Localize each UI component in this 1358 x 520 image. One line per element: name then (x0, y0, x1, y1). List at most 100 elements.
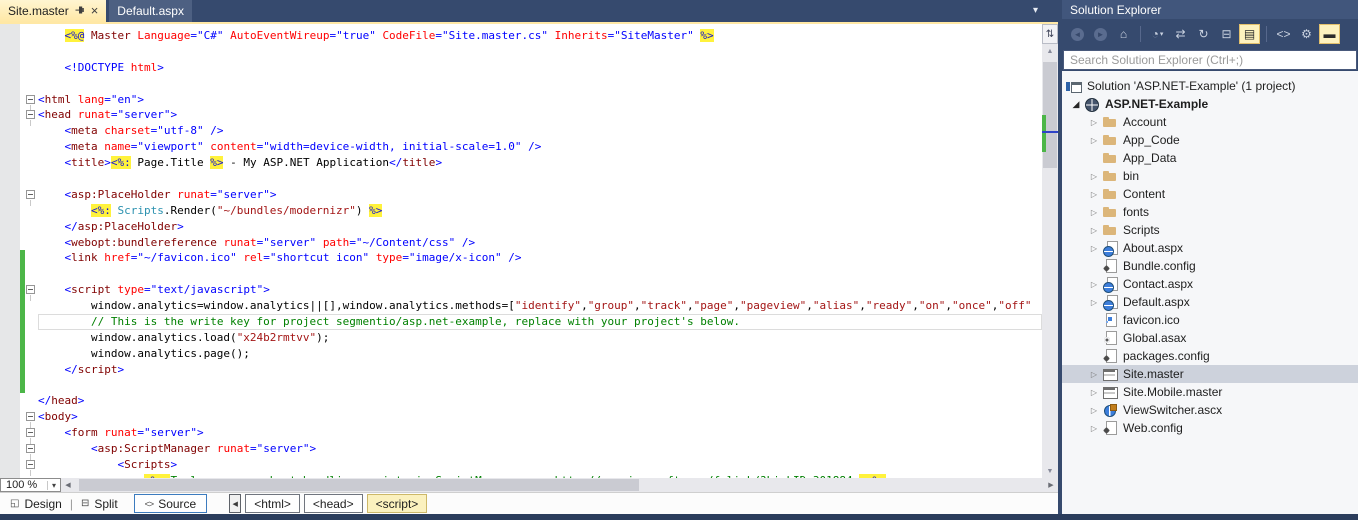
tree-item-account[interactable]: ▷Account (1062, 113, 1358, 131)
code-line[interactable]: </head> (0, 393, 1042, 409)
sync-with-active-document-icon[interactable]: ⇄ (1170, 24, 1191, 44)
expander-collapsed-icon[interactable]: ▷ (1086, 208, 1102, 217)
code-editor[interactable]: <%@ Master Language="C#" AutoEventWireup… (0, 24, 1058, 478)
split-view-button[interactable]: ⊟ Split (75, 497, 124, 511)
code-line-text[interactable]: <asp:PlaceHolder runat="server"> (38, 187, 1042, 203)
code-line-text[interactable]: </script> (38, 362, 1042, 378)
home-icon[interactable]: ⌂ (1113, 24, 1134, 44)
collapse-region-toggle[interactable] (25, 409, 38, 425)
code-line-text[interactable]: <!DOCTYPE html> (38, 60, 1042, 76)
scroll-left-icon[interactable]: ◀ (61, 478, 75, 492)
tree-item-asp-net-example[interactable]: ◢ASP.NET-Example (1062, 95, 1358, 113)
code-line-text[interactable] (38, 44, 1042, 60)
collapse-region-toggle[interactable] (25, 107, 38, 123)
code-line[interactable] (0, 378, 1042, 394)
tree-item-bundle-config[interactable]: Bundle.config (1062, 257, 1358, 275)
collapse-region-toggle[interactable] (25, 441, 38, 457)
collapse-region-toggle[interactable] (25, 187, 38, 203)
tree-item-favicon-ico[interactable]: favicon.ico (1062, 311, 1358, 329)
code-line-text[interactable] (38, 266, 1042, 282)
expander-collapsed-icon[interactable]: ▷ (1086, 190, 1102, 199)
code-line[interactable]: <html lang="en"> (0, 92, 1042, 108)
code-line-text[interactable]: <title><%: Page.Title %> - My ASP.NET Ap… (38, 155, 1042, 171)
collapse-region-toggle[interactable] (25, 425, 38, 441)
scroll-down-icon[interactable]: ▼ (1042, 464, 1058, 478)
code-line[interactable]: <link href="~/favicon.ico" rel="shortcut… (0, 250, 1042, 266)
code-line-text[interactable]: // This is the write key for project seg… (38, 314, 1042, 330)
tree-item-default-aspx[interactable]: ▷Default.aspx (1062, 293, 1358, 311)
pin-icon[interactable] (75, 4, 85, 18)
preview-selected-items-icon[interactable]: ▬ (1319, 24, 1340, 44)
expander-collapsed-icon[interactable]: ▷ (1086, 244, 1102, 253)
scroll-right-icon[interactable]: ▶ (1044, 478, 1058, 492)
code-line[interactable]: <meta name="viewport" content="width=dev… (0, 139, 1042, 155)
expander-collapsed-icon[interactable]: ▷ (1086, 280, 1102, 289)
tree-item-viewswitcher-ascx[interactable]: ▷ViewSwitcher.ascx (1062, 401, 1358, 419)
code-line-text[interactable]: <asp:ScriptManager runat="server"> (38, 441, 1042, 457)
code-line-text[interactable]: <html lang="en"> (38, 92, 1042, 108)
tree-item-site-mobile-master[interactable]: ▷Site.Mobile.master (1062, 383, 1358, 401)
code-line-text[interactable]: window.analytics.page(); (38, 346, 1042, 362)
code-line-text[interactable]: window.analytics=window.analytics||[],wi… (38, 298, 1042, 314)
document-tab-default-aspx[interactable]: Default.aspx (109, 0, 192, 22)
zoom-dropdown-icon[interactable]: ▾ (47, 481, 60, 490)
zoom-level-select[interactable]: 100 % ▾ (0, 478, 61, 492)
code-line[interactable]: <webopt:bundlereference runat="server" p… (0, 235, 1042, 251)
code-line[interactable]: <script type="text/javascript"> (0, 282, 1042, 298)
close-tab-icon[interactable]: × (91, 5, 99, 17)
code-line[interactable]: </script> (0, 362, 1042, 378)
open-documents-dropdown-icon[interactable]: ▾ (1033, 5, 1038, 16)
tree-item-scripts[interactable]: ▷Scripts (1062, 221, 1358, 239)
show-all-files-icon[interactable]: ▤ (1239, 24, 1260, 44)
code-line-text[interactable] (38, 76, 1042, 92)
code-line-text[interactable]: <script type="text/javascript"> (38, 282, 1042, 298)
tree-item-fonts[interactable]: ▷fonts (1062, 203, 1358, 221)
design-view-button[interactable]: ◱ Design (4, 497, 68, 511)
tree-item-site-master[interactable]: ▷Site.master (1062, 365, 1358, 383)
document-tab-site-master[interactable]: Site.master× (0, 0, 106, 22)
code-line-text[interactable]: <Scripts> (38, 457, 1042, 473)
editor-vertical-scrollbar[interactable]: ⇅ ▲ ▼ (1042, 24, 1058, 478)
tree-item-app-code[interactable]: ▷App_Code (1062, 131, 1358, 149)
code-line[interactable]: <%@ Master Language="C#" AutoEventWireup… (0, 28, 1042, 44)
expander-collapsed-icon[interactable]: ▷ (1086, 298, 1102, 307)
code-line-text[interactable]: <%: Scripts.Render("~/bundles/modernizr"… (38, 203, 1042, 219)
tree-item-web-config[interactable]: ▷Web.config (1062, 419, 1358, 437)
tree-item-about-aspx[interactable]: ▷About.aspx (1062, 239, 1358, 257)
expander-collapsed-icon[interactable]: ▷ (1086, 136, 1102, 145)
forward-icon[interactable]: ► (1090, 24, 1111, 44)
collapse-all-icon[interactable]: ⊟ (1216, 24, 1237, 44)
collapse-region-toggle[interactable] (25, 457, 38, 473)
tree-item-contact-aspx[interactable]: ▷Contact.aspx (1062, 275, 1358, 293)
vertical-scroll-track[interactable] (1042, 58, 1058, 464)
code-line[interactable]: <!DOCTYPE html> (0, 60, 1042, 76)
expander-expanded-icon[interactable]: ◢ (1068, 99, 1084, 110)
code-line-text[interactable]: </head> (38, 393, 1042, 409)
code-line[interactable] (0, 76, 1042, 92)
collapse-region-toggle[interactable] (25, 282, 38, 298)
search-input[interactable] (1063, 50, 1357, 70)
code-line[interactable]: <%: Scripts.Render("~/bundles/modernizr"… (0, 203, 1042, 219)
breadcrumb-script-button[interactable]: <script> (367, 494, 428, 513)
code-lines-area[interactable]: <%@ Master Language="C#" AutoEventWireup… (0, 24, 1042, 478)
splitter-handle-icon[interactable]: ⇅ (1042, 24, 1058, 44)
code-line[interactable] (0, 171, 1042, 187)
code-line-text[interactable]: window.analytics.load("x24b2rmtvv"); (38, 330, 1042, 346)
collapse-region-toggle[interactable] (25, 92, 38, 108)
tree-item-global-asax[interactable]: Global.asax (1062, 329, 1358, 347)
code-line-text[interactable]: <link href="~/favicon.ico" rel="shortcut… (38, 250, 1042, 266)
scroll-up-icon[interactable]: ▲ (1042, 44, 1058, 58)
tree-item-app-data[interactable]: App_Data (1062, 149, 1358, 167)
code-line-text[interactable] (38, 378, 1042, 394)
code-line[interactable]: <form runat="server"> (0, 425, 1042, 441)
view-code-icon[interactable]: <> (1273, 24, 1294, 44)
tree-item-packages-config[interactable]: packages.config (1062, 347, 1358, 365)
expander-collapsed-icon[interactable]: ▷ (1086, 118, 1102, 127)
source-view-button[interactable]: <> Source (134, 494, 208, 513)
tree-item-content[interactable]: ▷Content (1062, 185, 1358, 203)
code-line-text[interactable] (38, 171, 1042, 187)
code-line-text[interactable]: <head runat="server"> (38, 107, 1042, 123)
code-line[interactable]: // This is the write key for project seg… (0, 314, 1042, 330)
horizontal-scroll-track[interactable] (75, 478, 1044, 492)
code-line-text[interactable]: <webopt:bundlereference runat="server" p… (38, 235, 1042, 251)
